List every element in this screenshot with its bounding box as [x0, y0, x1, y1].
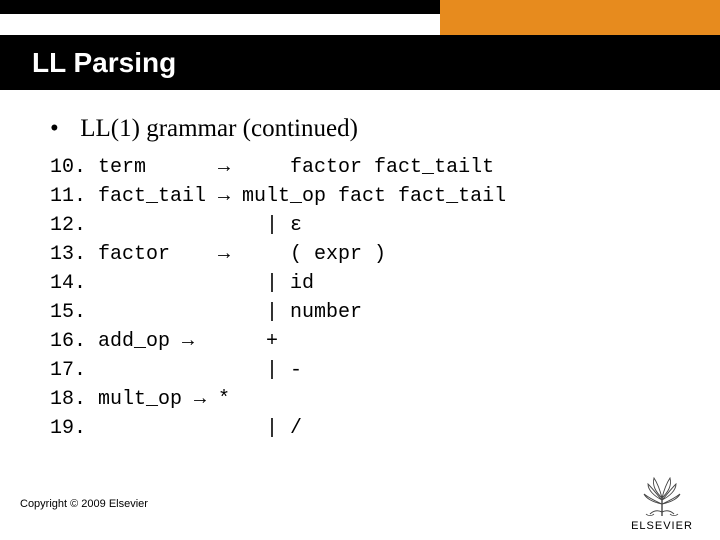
publisher-logo: ELSEVIER — [622, 470, 702, 532]
grammar-block: 10. term → factor fact_tailt 11. fact_ta… — [50, 153, 670, 443]
grammar-line: 17. | - — [50, 359, 302, 382]
grammar-line: 13. factor → ( expr ) — [50, 243, 386, 266]
publisher-name: ELSEVIER — [622, 520, 702, 532]
grammar-line: 16. add_op → + — [50, 330, 278, 353]
bullet-dot: • — [50, 115, 74, 143]
grammar-line: 18. mult_op → * — [50, 388, 230, 411]
grammar-line: 14. | id — [50, 272, 314, 295]
title-band: LL Parsing — [0, 35, 720, 90]
top-left-black — [0, 0, 440, 14]
grammar-line: 12. | ε — [50, 214, 302, 237]
content-area: • LL(1) grammar (continued) 10. term → f… — [50, 115, 670, 443]
grammar-line: 11. fact_tail → mult_op fact fact_tail — [50, 185, 506, 208]
copyright-text: Copyright © 2009 Elsevier — [20, 498, 148, 510]
bullet-line: • LL(1) grammar (continued) — [50, 115, 670, 143]
tree-icon — [638, 470, 686, 518]
slide-title: LL Parsing — [0, 47, 176, 79]
top-right-orange — [440, 0, 720, 35]
bullet-text: LL(1) grammar (continued) — [80, 115, 358, 142]
grammar-line: 19. | / — [50, 417, 302, 440]
grammar-line: 15. | number — [50, 301, 362, 324]
grammar-line: 10. term → factor fact_tailt — [50, 156, 494, 179]
